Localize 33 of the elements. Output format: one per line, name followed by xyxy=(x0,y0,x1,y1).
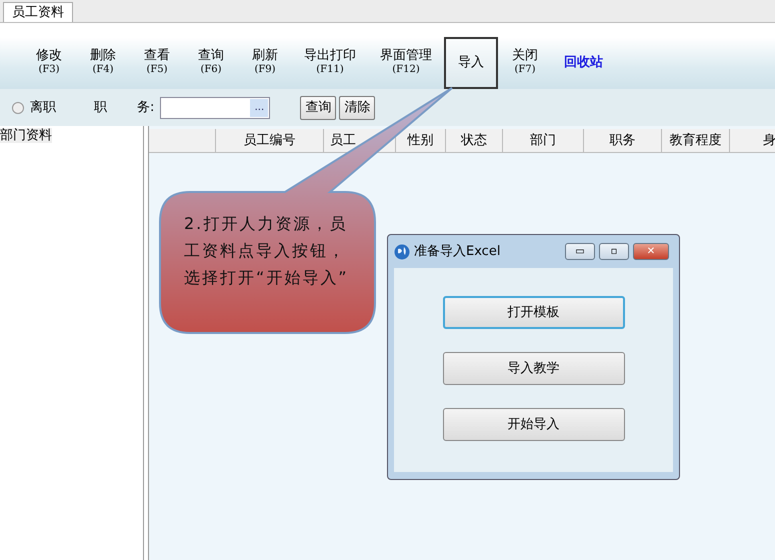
dialog-button[interactable]: 开始导入 xyxy=(442,408,624,441)
field-label: 务: xyxy=(137,98,154,117)
column-header: 员工编号 xyxy=(216,129,324,152)
input-field[interactable]: ... xyxy=(160,96,270,118)
toolbar-button[interactable]: 修改 (F3) xyxy=(22,37,76,89)
toolbar-button[interactable]: 刷新 (F9) xyxy=(238,37,292,89)
toolbar-button[interactable]: 导出打印 (F11) xyxy=(292,37,368,89)
column-header: 状态 xyxy=(446,129,503,152)
dialog-title: 准备导入Excel xyxy=(414,242,500,261)
column-header: 部门 xyxy=(503,129,584,152)
filter-button[interactable]: 查询 xyxy=(300,96,336,120)
radio-label: 离职 xyxy=(30,98,56,117)
field-label: 职 xyxy=(94,98,107,117)
minimize-button[interactable]: ▭ xyxy=(565,243,595,260)
tab[interactable]: 员工资料 xyxy=(3,2,73,22)
filter-button[interactable]: 清除 xyxy=(339,96,376,120)
column-header: 教育程度 xyxy=(662,129,730,152)
callout-text: 2.打开人力资源，员工资料点导入按钮，选择打开“开始导入” xyxy=(184,213,350,289)
toolbar-button[interactable]: 关闭 (F7) xyxy=(498,37,552,89)
maximize-button[interactable]: ▫ xyxy=(599,243,629,260)
radio-button[interactable] xyxy=(12,102,24,114)
globe-icon xyxy=(394,244,410,260)
column-header: 职务 xyxy=(584,129,662,152)
toolbar-button[interactable]: 界面管理 (F12) xyxy=(368,37,444,89)
toolbar-button[interactable]: 查看 (F5) xyxy=(130,37,184,89)
browse-button[interactable]: ... xyxy=(250,98,268,116)
toolbar-button[interactable]: 导入 xyxy=(444,37,498,89)
dialog-button[interactable]: 导入教学 xyxy=(442,352,624,385)
dialog-button[interactable]: 打开模板 xyxy=(442,296,624,329)
toolbar-button[interactable]: 查询 (F6) xyxy=(184,37,238,89)
toolbar-button[interactable]: 删除 (F4) xyxy=(76,37,130,89)
toolbar-link[interactable]: 回收站 xyxy=(552,37,615,89)
panel-title: 部门资料 xyxy=(0,128,52,143)
